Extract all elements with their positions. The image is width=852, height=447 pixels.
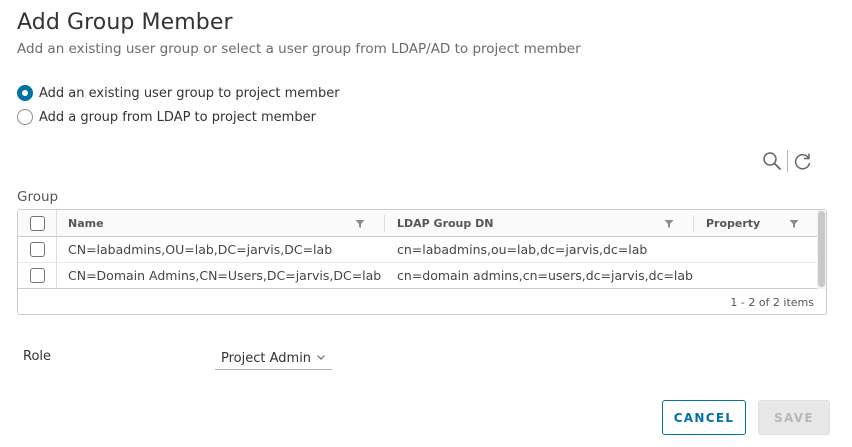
dialog-title: Add Group Member [17,10,233,35]
radio-existing-group-label: Add an existing user group to project me… [39,85,340,101]
grid-footer-count: 1 - 2 of 2 items [730,296,814,309]
dialog-subtitle: Add an existing user group or select a u… [17,41,581,57]
radio-existing-group[interactable]: Add an existing user group to project me… [17,85,340,101]
cell-name: CN=labadmins,OU=lab,DC=jarvis,DC=lab [68,242,333,257]
radio-button-checked[interactable] [17,85,33,101]
row-select-cell [18,237,57,262]
filter-icon[interactable] [664,219,674,229]
row-checkbox[interactable] [29,242,45,257]
scrollbar-thumb[interactable] [818,211,825,287]
refresh-icon[interactable] [792,150,814,172]
column-divider[interactable] [384,215,385,232]
chevron-down-icon [317,355,325,360]
cancel-button[interactable]: CANCEL [662,400,746,435]
cell-name: CN=Domain Admins,CN=Users,DC=jarvis,DC=l… [68,268,382,283]
radio-ldap-group[interactable]: Add a group from LDAP to project member [17,109,316,125]
cell-ldap-dn: cn=labadmins,ou=lab,dc=jarvis,dc=lab [397,242,648,257]
row-checkbox[interactable] [29,268,45,283]
save-button[interactable]: SAVE [758,400,830,435]
radio-button-unchecked[interactable] [17,109,33,125]
cell-property [706,237,816,262]
column-header-property[interactable]: Property [706,210,816,236]
column-divider[interactable] [693,215,694,232]
toolbar-divider [787,150,788,172]
grid-toolbar [761,150,814,172]
column-header-ldap-dn[interactable]: LDAP Group DN [397,210,687,236]
group-datagrid: Name LDAP Group DN Property CN=labadmins… [17,209,827,315]
search-icon[interactable] [761,150,783,172]
row-select-cell [18,263,57,288]
cell-property [706,263,816,288]
column-header-name[interactable]: Name [68,210,368,236]
grid-header-row: Name LDAP Group DN Property [18,210,818,237]
filter-icon[interactable] [789,219,799,229]
group-label: Group [17,189,59,205]
radio-ldap-group-label: Add a group from LDAP to project member [39,109,316,125]
role-label: Role [23,349,52,364]
table-row[interactable]: CN=labadmins,OU=lab,DC=jarvis,DC=lab cn=… [18,237,818,263]
cell-ldap-dn: cn=domain admins,cn=users,dc=jarvis,dc=l… [397,268,693,283]
select-all-checkbox[interactable] [29,215,45,231]
filter-icon[interactable] [355,219,365,229]
role-select[interactable]: Project Admin [215,347,332,370]
role-select-value: Project Admin [221,350,312,366]
select-all-cell [18,210,57,236]
table-row[interactable]: CN=Domain Admins,CN=Users,DC=jarvis,DC=l… [18,263,818,289]
